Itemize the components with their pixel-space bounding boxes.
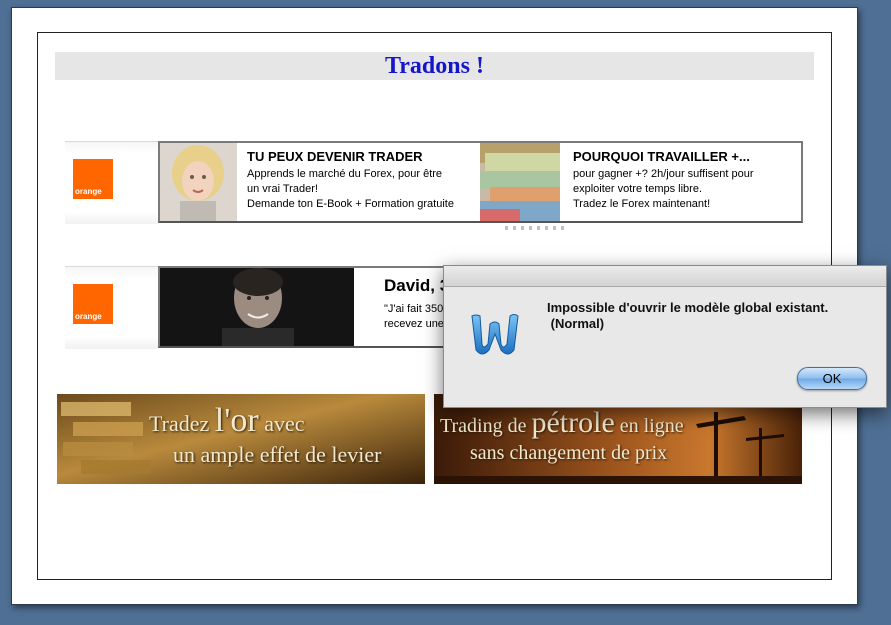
oil-big: pétrole (531, 406, 615, 439)
ad1-line: un vrai Trader! (247, 183, 318, 195)
dialog-message-line1: Impossible d'ouvrir le modèle global exi… (547, 300, 829, 315)
dialog-titlebar[interactable] (444, 266, 886, 287)
ad-box-1[interactable]: TU PEUX DEVENIR TRADER Apprends le march… (158, 141, 803, 223)
orange-logo-label: orange (75, 187, 102, 196)
gold-banner-line1: Tradez l'or avec (149, 402, 305, 440)
ad3-line: recevez une (384, 318, 444, 330)
money-photo[interactable] (480, 143, 560, 221)
ad-banner-row-1[interactable]: orange TU PEUX DEVENIR TRADER Apprends l… (65, 141, 803, 230)
ad2-line: exploiter votre temps libre. (573, 183, 702, 195)
ad2-body: pour gagner +? 2h/jour suffisent pour ex… (573, 167, 754, 212)
oil-prefix: Trading de (440, 415, 527, 437)
ad3-heading[interactable]: David, 3 (384, 276, 449, 296)
ad-footer-dots (505, 226, 565, 230)
ad1-heading[interactable]: TU PEUX DEVENIR TRADER (247, 149, 423, 164)
orange-logo[interactable]: orange (73, 159, 113, 199)
gold-suffix: avec (264, 411, 305, 436)
ad-left-strip: orange (65, 266, 158, 349)
gold-prefix: Tradez (149, 411, 210, 436)
ad3-body: "J'ai fait 350 recevez une (384, 302, 444, 332)
dialog-message-line2: (Normal) (547, 316, 605, 331)
ad-left-strip: orange (65, 141, 158, 224)
orange-logo[interactable]: orange (73, 284, 113, 324)
man-photo[interactable] (160, 268, 354, 346)
woman-photo[interactable] (160, 143, 237, 221)
page-title: Tradons ! (385, 53, 484, 79)
page-title-bar: Tradons ! (55, 52, 814, 80)
ad1-body: Apprends le marché du Forex, pour être u… (247, 167, 454, 212)
gold-banner-line2: un ample effet de levier (173, 442, 382, 467)
orange-logo-label: orange (75, 312, 102, 321)
ad3-line: "J'ai fait 350 (384, 303, 444, 315)
oil-banner-line1: Trading de pétrole en ligne (440, 406, 684, 440)
ad2-heading[interactable]: POURQUOI TRAVAILLER +... (573, 149, 750, 164)
gold-big: l'or (214, 402, 259, 439)
ok-button[interactable]: OK (797, 367, 867, 390)
dialog-message: Impossible d'ouvrir le modèle global exi… (547, 300, 877, 332)
ad2-line: Tradez le Forex maintenant! (573, 198, 711, 210)
oil-suffix: en ligne (619, 415, 684, 437)
oil-banner-line2: sans changement de prix (470, 442, 668, 464)
word-icon (468, 304, 522, 358)
ad1-line: Apprends le marché du Forex, pour être (247, 168, 443, 180)
alert-dialog: Impossible d'ouvrir le modèle global exi… (443, 265, 887, 408)
ad2-line: pour gagner +? 2h/jour suffisent pour (573, 168, 754, 180)
ad1-line: Demande ton E-Book + Formation gratuite (247, 198, 454, 210)
gold-banner[interactable]: Tradez l'or avec un ample effet de levie… (57, 394, 425, 484)
